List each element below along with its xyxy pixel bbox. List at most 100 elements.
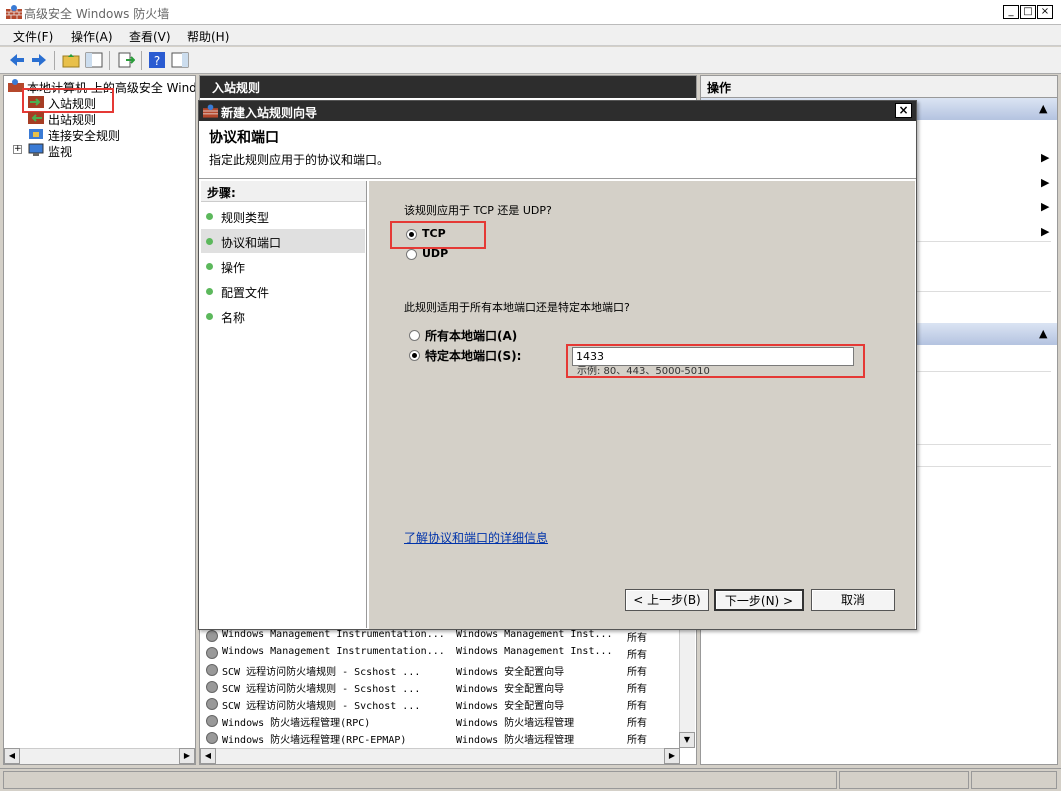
- svg-text:?: ?: [154, 54, 160, 68]
- help-icon[interactable]: ?: [148, 51, 166, 69]
- next-button[interactable]: 下一步(N) >: [714, 589, 804, 611]
- menu-file[interactable]: 文件(F): [13, 28, 53, 45]
- udp-radio[interactable]: [406, 249, 417, 260]
- outbound-rules-icon: [28, 112, 44, 124]
- tree-item-connection-security[interactable]: 连接安全规则: [48, 127, 120, 144]
- center-pane-title: 入站规则: [200, 76, 696, 98]
- export-list-icon[interactable]: [117, 51, 135, 69]
- toolbar-separator: [54, 51, 55, 70]
- window-title: 高级安全 Windows 防火墙: [24, 7, 170, 21]
- rule-group: Windows 防火墙远程管理: [456, 718, 575, 729]
- wizard-steps: 步骤: 规则类型 协议和端口 操作 配置文件 名称: [201, 181, 367, 628]
- rule-name: SCW 远程访问防火墙规则 - Scshost ...: [222, 684, 421, 695]
- console-tree: 本地计算机 上的高级安全 Windows 防火墙 入站规则 出站规则 连接安全规…: [3, 75, 196, 765]
- step-name[interactable]: 名称: [201, 304, 365, 328]
- status-segment: [839, 771, 969, 789]
- collapse-icon[interactable]: ▲: [1039, 102, 1047, 115]
- rule-profile: 所有: [627, 633, 647, 644]
- dialog-titlebar: 新建入站规则向导 ×: [199, 101, 916, 121]
- step-label: 操作: [221, 261, 246, 275]
- table-row[interactable]: SCW 远程访问防火墙规则 - Scshost ... Windows 安全配置…: [204, 679, 674, 696]
- table-row[interactable]: SCW 远程访问防火墙规则 - Scshost ... Windows 安全配置…: [204, 662, 674, 679]
- port-question: 此规则适用于所有本地端口还是特定本地端口?: [404, 301, 630, 314]
- step-label: 规则类型: [221, 211, 270, 225]
- rule-group: Windows Management Inst...: [456, 646, 613, 657]
- rule-group: Windows 防火墙远程管理: [456, 735, 575, 746]
- rule-profile: 所有: [627, 718, 647, 729]
- close-window-button[interactable]: ×: [1037, 5, 1053, 19]
- tree-item-monitor[interactable]: 监视: [48, 143, 72, 160]
- up-folder-icon[interactable]: [62, 51, 80, 69]
- step-dot-icon: [206, 263, 213, 270]
- all-ports-radio[interactable]: [409, 330, 420, 341]
- table-row[interactable]: Windows Management Instrumentation... Wi…: [204, 645, 674, 662]
- submenu-arrow-icon[interactable]: ▶: [1041, 225, 1049, 238]
- specific-ports-label[interactable]: 特定本地端口(S):: [425, 347, 521, 364]
- menu-action[interactable]: 操作(A): [71, 28, 113, 45]
- show-hide-tree-icon[interactable]: [85, 51, 103, 69]
- learn-more-link[interactable]: 了解协议和端口的详细信息: [404, 529, 548, 546]
- window-titlebar: 高级安全 Windows 防火墙 _ □ ×: [0, 0, 1061, 25]
- step-protocol-port[interactable]: 协议和端口: [201, 229, 365, 253]
- step-action[interactable]: 操作: [201, 254, 365, 278]
- submenu-arrow-icon[interactable]: ▶: [1041, 151, 1049, 164]
- list-scroll-track[interactable]: [679, 628, 695, 748]
- tree-scroll-left[interactable]: ◀: [4, 748, 20, 764]
- rule-name: SCW 远程访问防火墙规则 - Svchost ...: [222, 701, 421, 712]
- list-scroll-down[interactable]: ▼: [679, 732, 695, 748]
- submenu-arrow-icon[interactable]: ▶: [1041, 200, 1049, 213]
- show-hide-action-pane-icon[interactable]: [171, 51, 189, 69]
- step-rule-type[interactable]: 规则类型: [201, 204, 365, 228]
- cancel-button[interactable]: 取消: [811, 589, 895, 611]
- submenu-arrow-icon[interactable]: ▶: [1041, 176, 1049, 189]
- rule-name: Windows Management Instrumentation...: [222, 646, 445, 657]
- rule-group: Windows 安全配置向导: [456, 701, 565, 712]
- list-scroll-left[interactable]: ◀: [200, 748, 216, 764]
- maximize-button[interactable]: □: [1020, 5, 1036, 19]
- tree-item-outbound-rules[interactable]: 出站规则: [48, 111, 96, 128]
- step-dot-icon: [206, 313, 213, 320]
- specific-ports-radio[interactable]: [409, 350, 420, 361]
- toolbar-separator: [141, 51, 142, 70]
- rule-profile: 所有: [627, 650, 647, 661]
- tree-scroll-track[interactable]: [20, 748, 179, 764]
- udp-label[interactable]: UDP: [422, 247, 448, 260]
- rule-profile: 所有: [627, 701, 647, 712]
- table-row[interactable]: Windows 防火墙远程管理(RPC-EPMAP) Windows 防火墙远程…: [204, 730, 674, 747]
- toolbar-separator: [109, 51, 110, 70]
- divider: [901, 466, 1051, 467]
- menu-bar: 文件(F) 操作(A) 查看(V) 帮助(H): [0, 25, 1061, 46]
- step-dot-icon: [206, 213, 213, 220]
- table-row[interactable]: Windows Management Instrumentation... Wi…: [204, 628, 674, 645]
- tcp-radio[interactable]: [406, 229, 417, 240]
- menu-help[interactable]: 帮助(H): [187, 28, 229, 45]
- back-button[interactable]: < 上一步(B): [625, 589, 709, 611]
- divider: [199, 178, 916, 179]
- tree-scroll-right[interactable]: ▶: [179, 748, 195, 764]
- table-row[interactable]: SCW 远程访问防火墙规则 - Svchost ... Windows 安全配置…: [204, 696, 674, 713]
- divider: [901, 371, 1051, 372]
- status-segment: [971, 771, 1057, 789]
- dialog-close-button[interactable]: ×: [895, 103, 912, 118]
- status-segment: [3, 771, 837, 789]
- tcp-label[interactable]: TCP: [422, 227, 446, 240]
- table-row[interactable]: Windows 防火墙远程管理(RPC) Windows 防火墙远程管理 所有: [204, 713, 674, 730]
- all-ports-label[interactable]: 所有本地端口(A): [425, 327, 517, 344]
- rule-name: Windows 防火墙远程管理(RPC-EPMAP): [222, 735, 407, 746]
- list-hscroll-track[interactable]: [216, 748, 664, 764]
- firewall-icon: [6, 5, 22, 19]
- tree-item-inbound-rules[interactable]: 入站规则: [48, 95, 96, 112]
- specific-ports-input[interactable]: [572, 347, 854, 366]
- minimize-button[interactable]: _: [1003, 5, 1019, 19]
- step-profile[interactable]: 配置文件: [201, 279, 365, 303]
- inbound-rules-icon: [28, 96, 44, 108]
- rule-name: Windows 防火墙远程管理(RPC): [222, 718, 371, 729]
- menu-view[interactable]: 查看(V): [129, 28, 171, 45]
- new-inbound-rule-wizard: 新建入站规则向导 × 协议和端口 指定此规则应用于的协议和端口。 步骤: 规则类…: [198, 100, 917, 630]
- back-arrow-icon[interactable]: [8, 51, 26, 69]
- expand-monitor-toggle[interactable]: +: [13, 145, 22, 154]
- collapse-icon[interactable]: ▲: [1039, 327, 1047, 340]
- divider: [901, 241, 1051, 242]
- forward-arrow-icon[interactable]: [30, 51, 48, 69]
- list-scroll-right[interactable]: ▶: [664, 748, 680, 764]
